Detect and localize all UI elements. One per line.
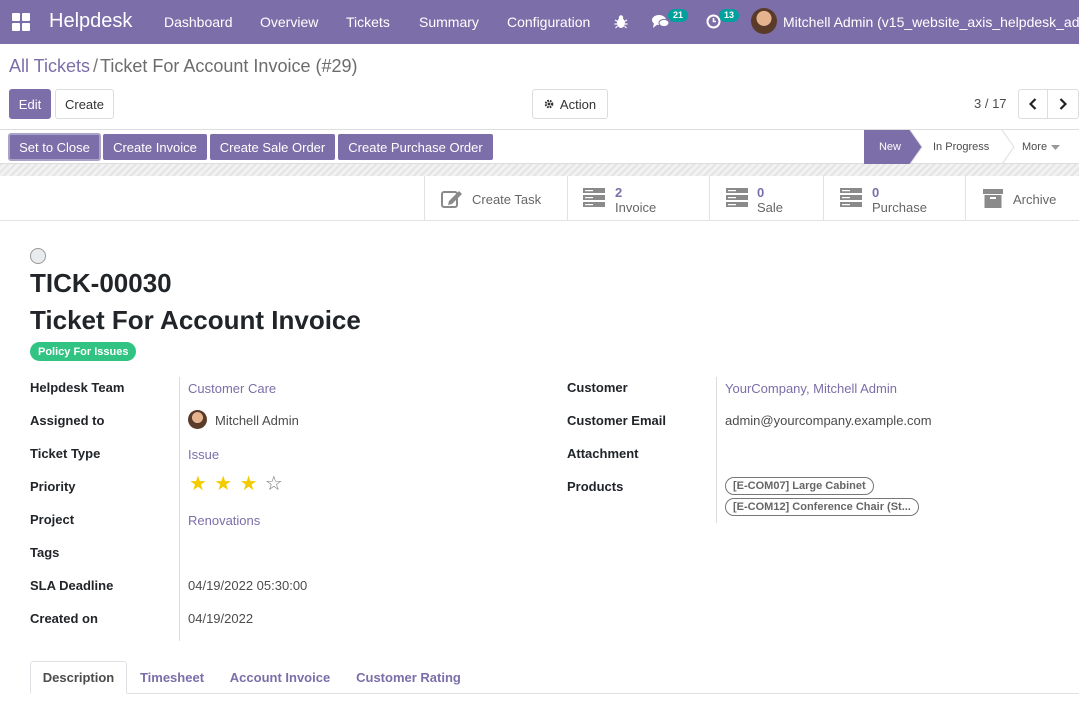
chevron-left-icon: [1029, 98, 1037, 110]
apps-grid-icon[interactable]: [12, 13, 30, 31]
sale-smart-button[interactable]: 0 Sale: [709, 176, 823, 221]
menu-overview[interactable]: Overview: [260, 14, 318, 30]
ticket-reference: TICK-00030: [30, 268, 172, 298]
tab-account-invoice[interactable]: Account Invoice: [220, 661, 340, 694]
user-avatar[interactable]: [751, 8, 777, 34]
archive-box-icon: [983, 189, 1003, 208]
create-purchase-order-button[interactable]: Create Purchase Order: [338, 134, 493, 160]
sheet-separator: [0, 164, 1079, 176]
tab-customer-rating[interactable]: Customer Rating: [346, 661, 471, 694]
sale-server-icon: [726, 188, 748, 207]
sla-deadline-value: 04/19/2022 05:30:00: [188, 578, 308, 593]
ticket-title[interactable]: Ticket For Account Invoice: [30, 305, 361, 336]
chevron-right-icon: [1059, 98, 1067, 110]
customer-email-label: Customer Email: [567, 413, 666, 428]
sale-label: Sale: [757, 200, 784, 215]
assignee-avatar: [188, 410, 207, 429]
status-bar: Set to Close Create Invoice Create Sale …: [0, 129, 1079, 164]
action-button[interactable]: Action: [532, 89, 608, 119]
stage-more-label: More: [1022, 141, 1048, 153]
invoice-label: Invoice: [615, 200, 657, 215]
menu-tickets[interactable]: Tickets: [346, 14, 390, 30]
stage-more-dropdown[interactable]: More: [1022, 130, 1061, 164]
invoice-server-icon: [583, 188, 605, 207]
priority-star-icon[interactable]: ☆: [265, 474, 283, 494]
breadcrumb-all-tickets[interactable]: All Tickets: [9, 56, 90, 76]
product-tag[interactable]: [E-COM07] Large Cabinet: [725, 477, 874, 495]
assigned-to-label: Assigned to: [30, 413, 105, 428]
priority-label: Priority: [30, 479, 76, 494]
app-brand[interactable]: Helpdesk: [49, 10, 132, 33]
create-invoice-button[interactable]: Create Invoice: [103, 134, 207, 160]
top-navbar: Helpdesk Dashboard Overview Tickets Summ…: [0, 0, 1079, 44]
customer-value[interactable]: YourCompany, Mitchell Admin: [725, 381, 897, 396]
breadcrumb: All Tickets / Ticket For Account Invoice (…: [9, 56, 358, 77]
tags-label: Tags: [30, 545, 60, 560]
priority-star-icon[interactable]: ★: [189, 474, 207, 494]
create-button[interactable]: Create: [55, 89, 114, 119]
stage-in-progress[interactable]: In Progress: [933, 130, 989, 164]
edit-button[interactable]: Edit: [9, 89, 51, 119]
ticket-tag: Policy For Issues: [30, 342, 137, 361]
project-label: Project: [30, 512, 75, 527]
priority-star-icon[interactable]: ★: [240, 474, 258, 494]
create-task-label: Create Task: [472, 192, 542, 207]
assigned-to-value[interactable]: Mitchell Admin: [215, 413, 299, 428]
pager-next-button[interactable]: [1047, 89, 1079, 119]
invoice-count: 2: [615, 185, 623, 200]
purchase-smart-button[interactable]: 0 Purchase: [823, 176, 965, 221]
edit-icon: [441, 191, 462, 208]
activities-badge: 13: [719, 9, 740, 22]
sla-deadline-label: SLA Deadline: [30, 578, 114, 593]
menu-dashboard[interactable]: Dashboard: [164, 14, 233, 30]
purchase-count: 0: [872, 185, 880, 200]
tab-timesheet[interactable]: Timesheet: [130, 661, 214, 694]
create-task-smart-button[interactable]: Create Task: [424, 176, 567, 221]
purchase-server-icon: [840, 188, 862, 207]
project-value[interactable]: Renovations: [188, 513, 260, 528]
products-label: Products: [567, 479, 624, 494]
product-tag[interactable]: [E-COM12] Conference Chair (St...: [725, 498, 919, 516]
user-menu[interactable]: Mitchell Admin (v15_website_axis_helpdes…: [783, 14, 1079, 30]
caret-down-icon: [1051, 144, 1061, 150]
archive-smart-button[interactable]: Archive: [965, 176, 1079, 221]
pager-previous-button[interactable]: [1018, 89, 1048, 119]
right-group-divider: [716, 377, 717, 523]
kanban-state-circle[interactable]: [30, 248, 46, 264]
breadcrumb-current: Ticket For Account Invoice (#29): [100, 56, 358, 76]
sale-count: 0: [757, 185, 765, 200]
priority-star-icon[interactable]: ★: [214, 474, 232, 494]
create-sale-order-button[interactable]: Create Sale Order: [210, 134, 335, 160]
purchase-label: Purchase: [872, 200, 927, 215]
breadcrumb-separator: /: [93, 56, 99, 76]
created-on-value: 04/19/2022: [188, 611, 254, 626]
gear-icon: [544, 99, 554, 109]
pager-value[interactable]: 3 / 17: [974, 96, 1007, 111]
created-on-label: Created on: [30, 611, 98, 626]
menu-summary[interactable]: Summary: [419, 14, 479, 30]
action-label: Action: [559, 96, 597, 112]
helpdesk-team-label: Helpdesk Team: [30, 380, 125, 395]
set-to-close-button[interactable]: Set to Close: [8, 133, 101, 161]
ticket-type-label: Ticket Type: [30, 446, 101, 461]
archive-label: Archive: [1013, 192, 1057, 207]
messages-badge: 21: [668, 9, 689, 22]
stage-new[interactable]: New: [864, 130, 916, 164]
menu-configuration[interactable]: Configuration: [507, 14, 590, 30]
invoice-smart-button[interactable]: 2 Invoice: [567, 176, 709, 221]
tab-description[interactable]: Description: [30, 661, 127, 694]
helpdesk-team-value[interactable]: Customer Care: [188, 381, 276, 396]
bug-icon[interactable]: [614, 14, 628, 29]
customer-label: Customer: [567, 380, 628, 395]
left-group-divider: [179, 377, 180, 641]
attachment-label: Attachment: [567, 446, 639, 461]
button-box: Create Task 2 Invoice 0 Sale 0 Purchase …: [0, 176, 1079, 221]
customer-email-value[interactable]: admin@yourcompany.example.com: [725, 413, 932, 428]
ticket-type-value[interactable]: Issue: [188, 447, 219, 462]
